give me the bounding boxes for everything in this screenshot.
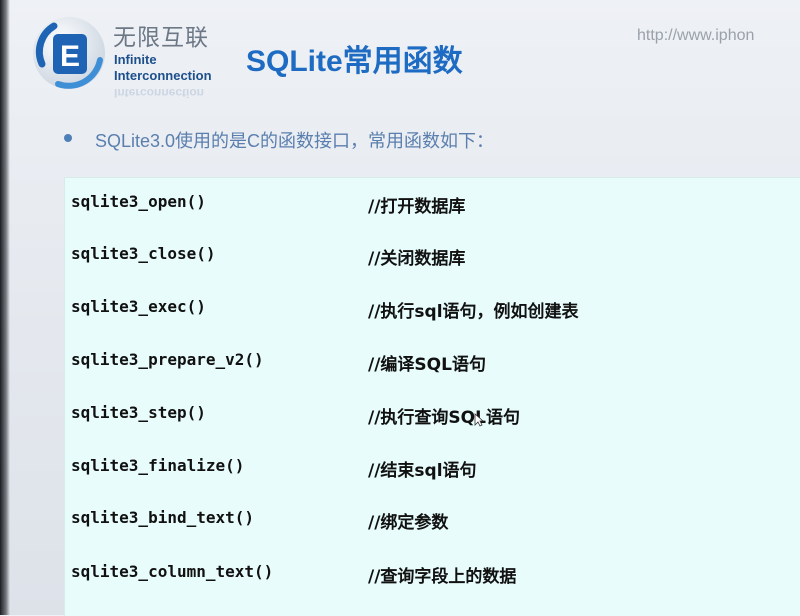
function-name: sqlite3_exec() — [71, 297, 206, 316]
logo-icon: E — [33, 17, 105, 89]
mouse-cursor-icon — [474, 413, 484, 427]
function-comment: //绑定参数 — [368, 513, 449, 533]
function-name: sqlite3_prepare_v2() — [71, 350, 264, 369]
function-comment: //关闭数据库 — [368, 249, 466, 269]
page-title: SQLite常用函数 — [246, 45, 463, 78]
function-name: sqlite3_column_text() — [71, 562, 274, 581]
function-comment: //查询字段上的数据 — [368, 567, 517, 587]
function-name: sqlite3_bind_text() — [71, 508, 255, 527]
function-name: sqlite3_close() — [71, 244, 216, 263]
function-comment: //执行查询SQL语句 — [368, 408, 520, 428]
brand-name-chinese: 无限互联 — [113, 25, 209, 51]
intro-text: SQLite3.0使用的是C的函数接口，常用函数如下： — [95, 131, 495, 151]
bullet-dot — [64, 134, 72, 142]
watermark-url: http://www.iphon — [637, 27, 755, 44]
function-comment: //执行sql语句，例如创建表 — [368, 302, 579, 322]
function-comment: //结束sql语句 — [368, 461, 477, 481]
brand-reflection: Interconnection — [114, 86, 205, 100]
function-comment: //打开数据库 — [368, 197, 466, 217]
brand-name-line-1: Infinite — [114, 52, 157, 67]
svg-text:E: E — [60, 40, 80, 73]
function-comment: //编译SQL语句 — [368, 355, 486, 375]
code-panel: sqlite3_open() //打开数据库 sqlite3_close() /… — [64, 177, 800, 616]
left-edge-shadow — [0, 0, 10, 615]
function-name: sqlite3_finalize() — [71, 456, 245, 475]
function-name: sqlite3_step() — [71, 403, 206, 422]
brand-name-line-2: Interconnection — [114, 68, 212, 83]
function-name: sqlite3_open() — [71, 192, 206, 211]
brand-name-english: Infinite Interconnection — [114, 52, 212, 84]
